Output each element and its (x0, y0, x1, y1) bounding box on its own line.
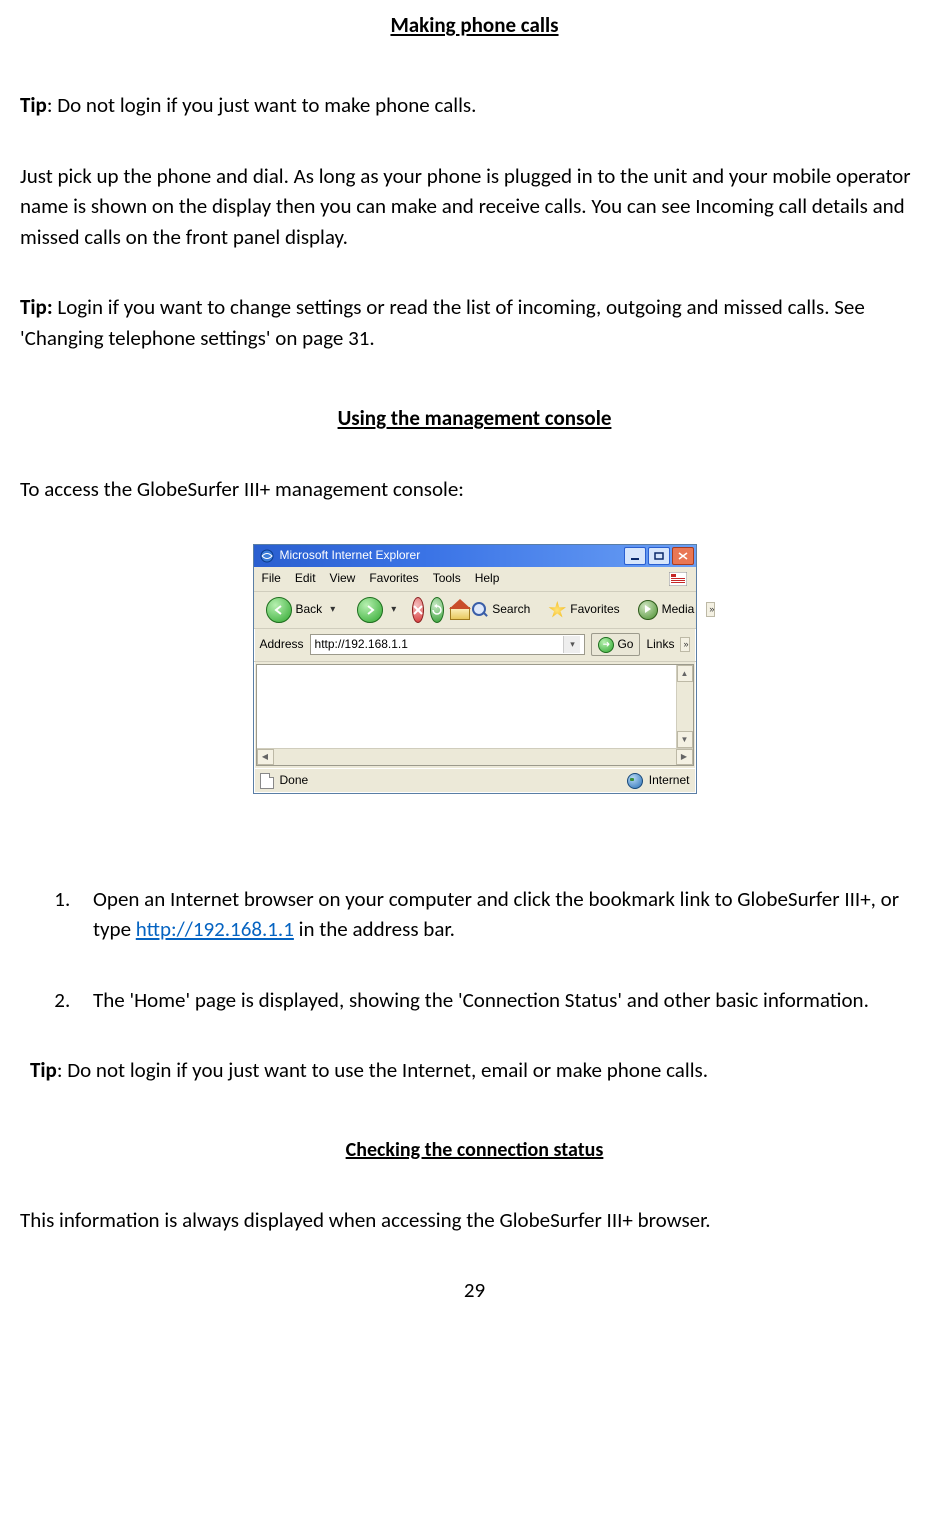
ie-address-bar: Address http://192.168.1.1 ▾ ➜ Go Links … (254, 629, 696, 662)
scroll-down-icon[interactable]: ▼ (677, 731, 693, 748)
vertical-scrollbar[interactable]: ▲ ▼ (676, 665, 693, 748)
tip-2: Tip: Login if you want to change setting… (20, 292, 929, 353)
minimize-button[interactable] (624, 547, 646, 565)
page-number: 29 (20, 1275, 929, 1305)
heading-checking-status: Checking the connection status (20, 1136, 929, 1165)
ie-content-area: ▲ ▼ ◀ ▶ (256, 664, 694, 766)
address-value: http://192.168.1.1 (315, 636, 408, 653)
tip-text: : Do not login if you just want to use t… (57, 1057, 708, 1083)
ie-title-bar: Microsoft Internet Explorer (254, 545, 696, 567)
star-icon (548, 601, 566, 619)
search-label: Search (492, 601, 530, 618)
tip-1: Tip: Do not login if you just want to ma… (20, 90, 929, 120)
chevron-down-icon: ▾ (387, 603, 400, 618)
steps-list: Open an Internet browser on your compute… (20, 884, 929, 1015)
media-button[interactable]: Media (632, 598, 701, 622)
close-button[interactable] (672, 547, 694, 565)
maximize-button[interactable] (648, 547, 670, 565)
step-1-post: in the address bar. (294, 916, 455, 942)
ie-toolbar: Back ▾ ▾ Search Favorites Media » (254, 592, 696, 629)
ie-logo-icon (260, 549, 274, 563)
ie-page-body (257, 665, 676, 748)
menu-file[interactable]: File (262, 570, 281, 588)
paragraph-checking: This information is always displayed whe… (20, 1205, 929, 1235)
forward-button[interactable]: ▾ (351, 595, 406, 625)
scroll-up-icon[interactable]: ▲ (677, 665, 693, 682)
throbber-icon (668, 570, 688, 588)
tip-text: Login if you want to change settings or … (20, 294, 865, 350)
go-button[interactable]: ➜ Go (591, 633, 640, 656)
menu-help[interactable]: Help (475, 570, 500, 588)
ie-menu-bar: File Edit View Favorites Tools Help (254, 567, 696, 592)
back-arrow-icon (266, 597, 292, 623)
status-text: Done (280, 772, 309, 789)
address-input[interactable]: http://192.168.1.1 ▾ (310, 634, 586, 655)
address-dropdown-icon[interactable]: ▾ (563, 636, 580, 653)
paragraph-console-intro: To access the GlobeSurfer III+ managemen… (20, 474, 929, 504)
favorites-button[interactable]: Favorites (542, 599, 625, 621)
menu-view[interactable]: View (330, 570, 356, 588)
status-zone-text: Internet (649, 772, 690, 789)
paragraph-pickup: Just pick up the phone and dial. As long… (20, 161, 929, 252)
page-icon (260, 773, 274, 789)
chevron-down-icon: ▾ (326, 603, 339, 618)
tip-label: Tip (30, 1057, 57, 1083)
horizontal-scrollbar[interactable]: ◀ ▶ (257, 748, 693, 765)
tip-label-bold: Tip: (20, 294, 53, 320)
stop-button[interactable] (412, 597, 424, 623)
heading-making-phone-calls: Making phone calls (20, 10, 929, 40)
go-label: Go (617, 636, 633, 653)
step-1: Open an Internet browser on your compute… (75, 884, 929, 945)
scroll-right-icon[interactable]: ▶ (676, 749, 693, 765)
menu-favorites[interactable]: Favorites (369, 570, 418, 588)
ie-browser-window: Microsoft Internet Explorer File Edit Vi… (253, 544, 697, 794)
refresh-button[interactable] (430, 597, 444, 623)
links-label[interactable]: Links (646, 636, 674, 653)
media-label: Media (662, 601, 695, 618)
scroll-left-icon[interactable]: ◀ (257, 749, 274, 765)
ie-status-bar: Done Internet (254, 768, 696, 793)
forward-arrow-icon (357, 597, 383, 623)
search-button[interactable]: Search (466, 599, 536, 620)
tip-text: : Do not login if you just want to make … (47, 92, 477, 118)
links-overflow-button[interactable]: » (680, 637, 689, 652)
favorites-label: Favorites (570, 601, 619, 618)
menu-edit[interactable]: Edit (295, 570, 316, 588)
toolbar-overflow-button[interactable]: » (706, 602, 715, 617)
tip-label: Tip (20, 92, 47, 118)
router-url-link[interactable]: http://192.168.1.1 (136, 916, 294, 942)
ie-title-text: Microsoft Internet Explorer (280, 547, 421, 564)
address-label: Address (260, 636, 304, 653)
media-icon (638, 600, 658, 620)
back-button[interactable]: Back ▾ (260, 595, 346, 625)
back-label: Back (296, 601, 323, 618)
search-icon (472, 602, 488, 618)
go-arrow-icon: ➜ (598, 637, 614, 653)
tip-3: Tip: Do not login if you just want to us… (20, 1055, 929, 1085)
heading-management-console: Using the management console (20, 403, 929, 433)
globe-icon (627, 773, 643, 789)
menu-tools[interactable]: Tools (433, 570, 461, 588)
step-2: The 'Home' page is displayed, showing th… (75, 985, 929, 1015)
